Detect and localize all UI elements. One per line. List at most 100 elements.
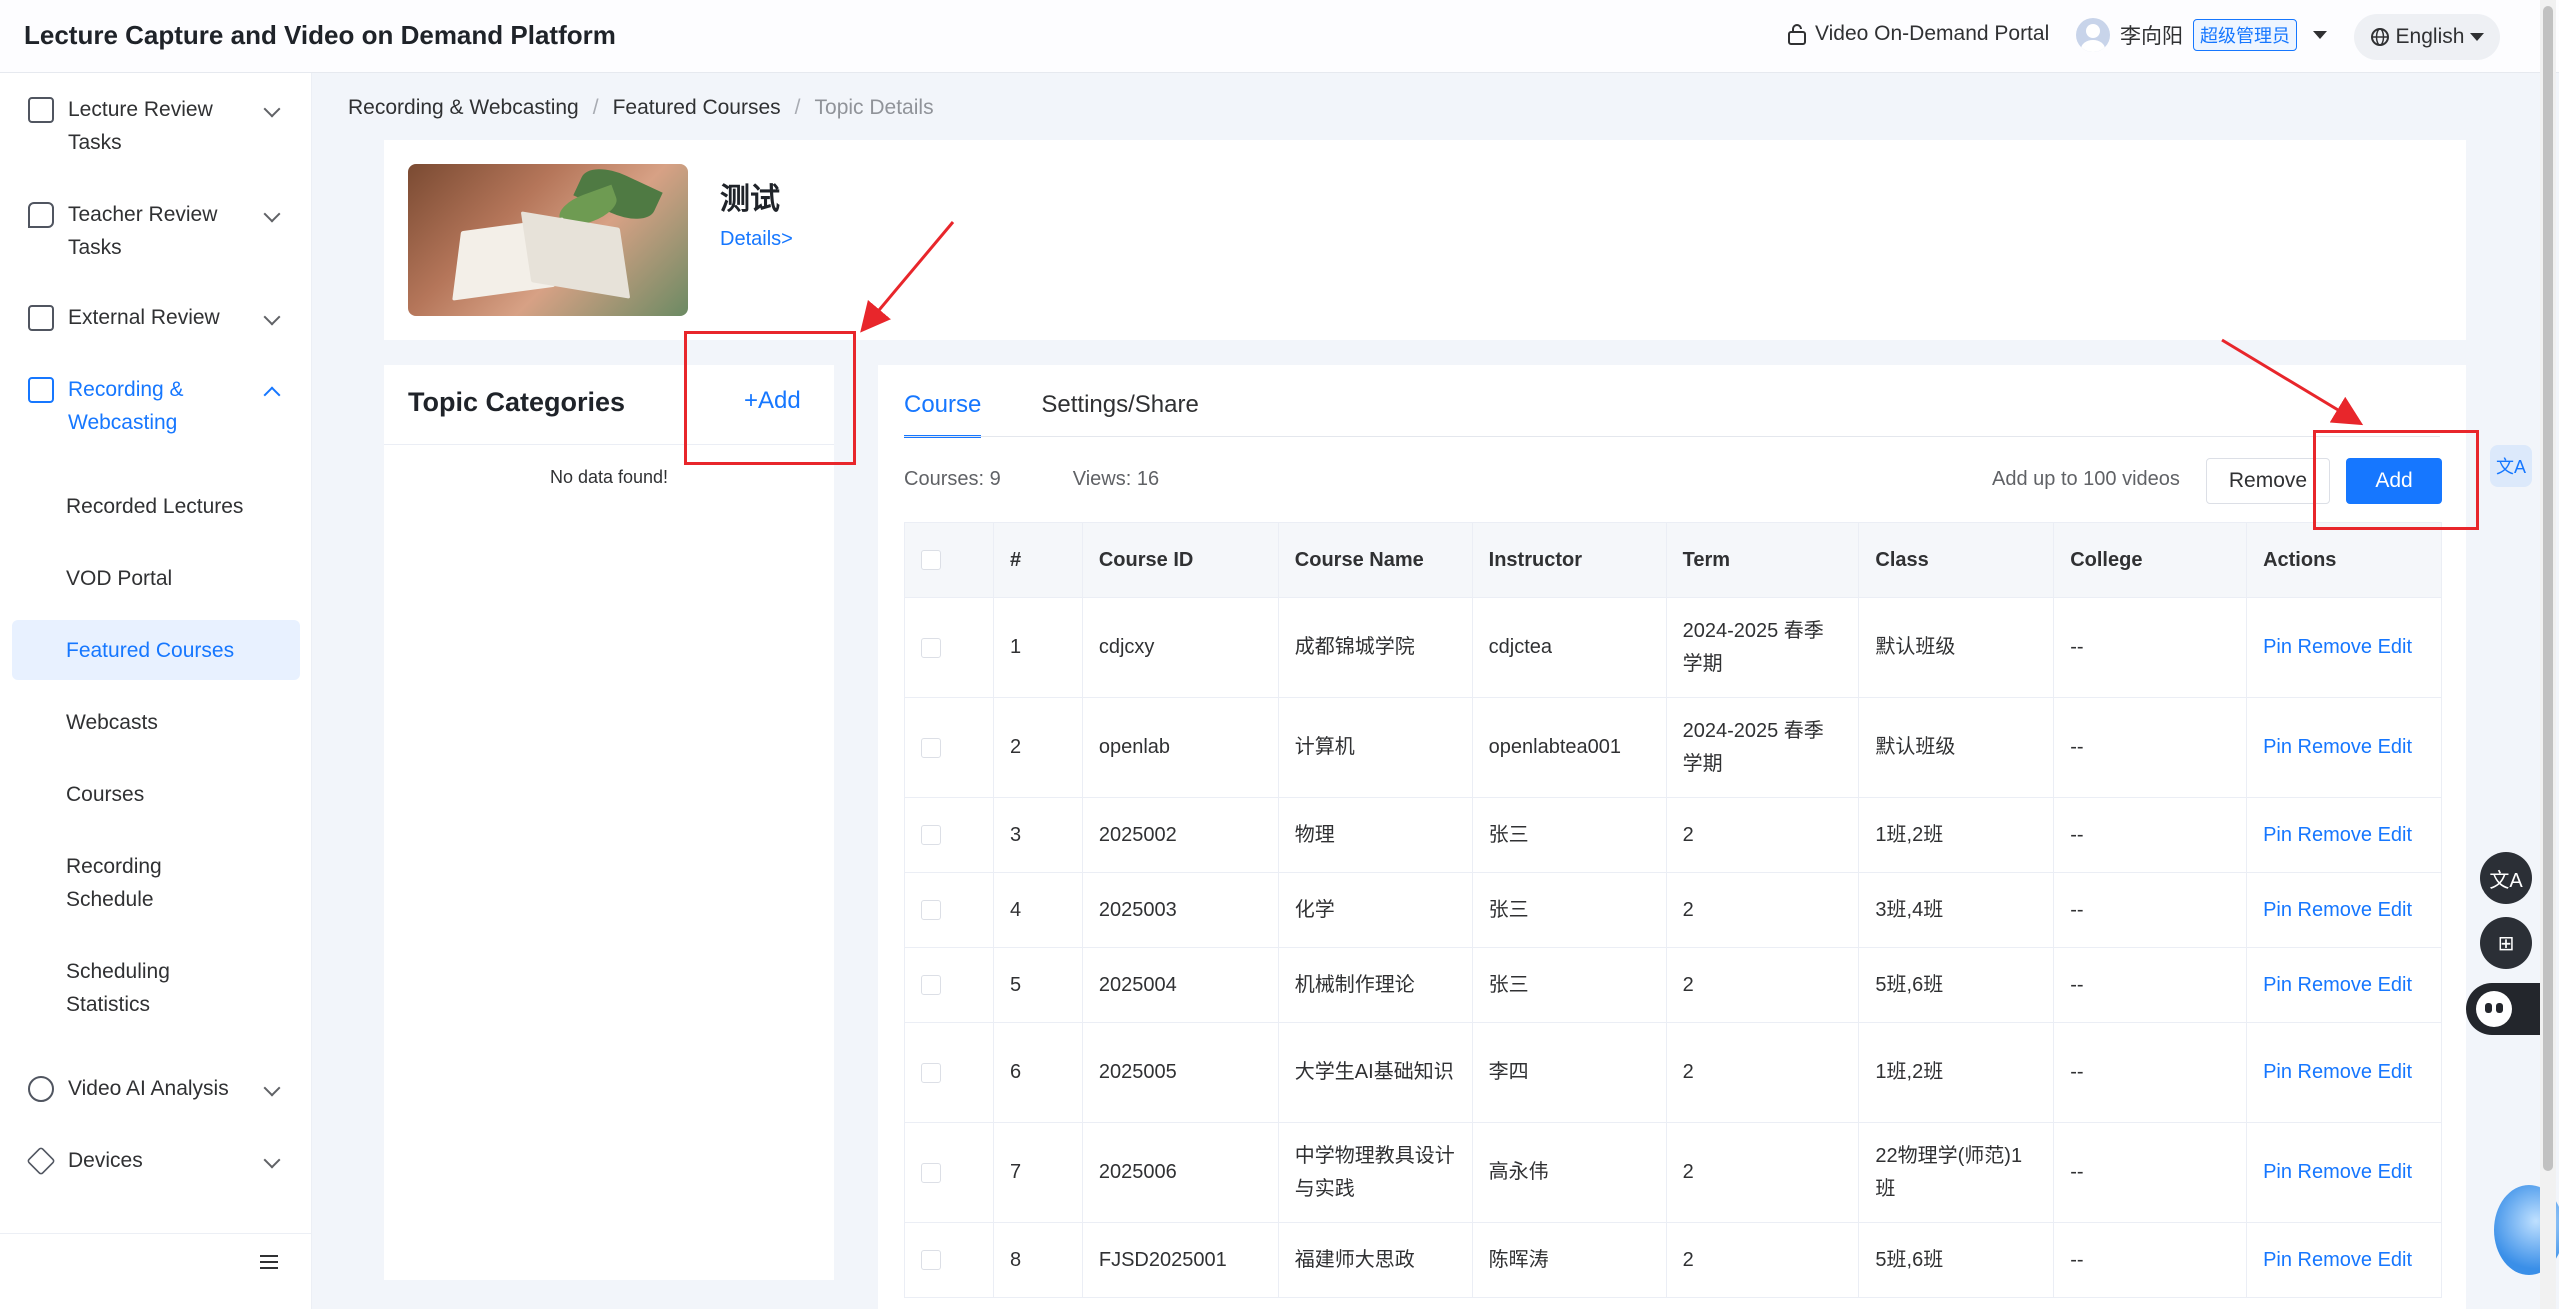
tab-settings-share[interactable]: Settings/Share (1041, 391, 1198, 438)
breadcrumb-featured-courses[interactable]: Featured Courses (613, 96, 781, 120)
video-limit-text: Add up to 100 videos (1992, 468, 2180, 490)
pin-action-link[interactable]: Pin (2263, 1249, 2292, 1271)
avatar (2076, 18, 2110, 52)
cell-course-id: 2025002 (1081, 797, 1279, 873)
pin-action-link[interactable]: Pin (2263, 636, 2292, 658)
sidebar-item-vod-portal[interactable]: VOD Portal (12, 562, 300, 595)
row-checkbox[interactable] (904, 697, 994, 798)
translate-icon[interactable]: 文A (2490, 445, 2532, 487)
edit-action-link[interactable]: Edit (2378, 736, 2412, 758)
sidebar-item-label: Video AI Analysis (68, 1077, 229, 1100)
remove-action-link[interactable]: Remove (2298, 1249, 2372, 1271)
sidebar-item-devices[interactable]: Devices (12, 1144, 300, 1177)
cell-course-id: 2025005 (1081, 1022, 1279, 1123)
row-checkbox[interactable] (904, 872, 994, 948)
divider (0, 1233, 312, 1234)
edit-action-link[interactable]: Edit (2378, 974, 2412, 996)
edit-action-link[interactable]: Edit (2378, 1161, 2412, 1183)
column-header: Term (1665, 522, 1860, 598)
top-header: Lecture Capture and Video on Demand Plat… (0, 0, 2559, 73)
row-checkbox[interactable] (904, 947, 994, 1023)
sidebar-item-featured-courses[interactable]: Featured Courses (12, 620, 300, 680)
table-row: 3 2025002 物理 张三 2 1班,2班 -- Pin Remove Edit (904, 797, 2442, 873)
cell-college: -- (2053, 947, 2248, 1023)
cell-instructor: 陈晖涛 (1471, 1222, 1667, 1298)
row-checkbox[interactable] (904, 1022, 994, 1123)
cell-college: -- (2053, 1022, 2248, 1123)
breadcrumb-separator: / (592, 96, 599, 119)
sidebar-item-courses[interactable]: Courses (12, 778, 300, 811)
language-label: English (2395, 25, 2465, 48)
scrollbar-thumb[interactable] (2543, 6, 2553, 1171)
cell-course-id: FJSD2025001 (1081, 1222, 1279, 1298)
edit-action-link[interactable]: Edit (2378, 1061, 2412, 1083)
topic-details-link[interactable]: Details> (720, 228, 793, 251)
pin-action-link[interactable]: Pin (2263, 1061, 2292, 1083)
sidebar-item-teacher-review[interactable]: Teacher Review Tasks (12, 198, 300, 264)
pin-action-link[interactable]: Pin (2263, 736, 2292, 758)
chevron-down-icon (2470, 33, 2485, 41)
remove-action-link[interactable]: Remove (2298, 736, 2372, 758)
row-checkbox[interactable] (904, 597, 994, 698)
cell-term: 2024-2025 春季学期 (1665, 697, 1860, 798)
sidebar-item-video-ai-analysis[interactable]: Video AI Analysis (12, 1072, 300, 1105)
sidebar-item-label: Teacher Review Tasks (68, 203, 218, 259)
apps-icon[interactable]: ⊞ (2480, 917, 2532, 969)
cell-course-id: 2025004 (1081, 947, 1279, 1023)
ai-analysis-icon (28, 1076, 54, 1102)
topic-header-card: 测试 Details> (384, 140, 2466, 340)
sidebar-item-webcasts[interactable]: Webcasts (12, 706, 300, 739)
row-checkbox[interactable] (904, 797, 994, 873)
user-menu[interactable]: 李向阳 超级管理员 (2076, 18, 2327, 52)
globe-icon (2370, 28, 2389, 46)
assistant-bot-icon[interactable] (2466, 983, 2546, 1035)
column-header: Instructor (1471, 522, 1667, 598)
chevron-down-icon (263, 1151, 281, 1169)
edit-action-link[interactable]: Edit (2378, 899, 2412, 921)
annotation-highlight-box (2313, 430, 2479, 530)
breadcrumb-recording-webcasting[interactable]: Recording & Webcasting (348, 96, 579, 120)
column-header: Course Name (1277, 522, 1473, 598)
remove-action-link[interactable]: Remove (2298, 824, 2372, 846)
remove-action-link[interactable]: Remove (2298, 974, 2372, 996)
courses-count: Courses: 9 (904, 468, 1001, 490)
remove-action-link[interactable]: Remove (2298, 636, 2372, 658)
edit-action-link[interactable]: Edit (2378, 824, 2412, 846)
sidebar-item-recording-webcasting[interactable]: Recording & Webcasting (12, 373, 300, 439)
sidebar-item-recording-schedule[interactable]: Recording Schedule (12, 850, 262, 916)
remove-action-link[interactable]: Remove (2298, 1061, 2372, 1083)
cell-term: 2024-2025 春季学期 (1665, 597, 1860, 698)
sidebar-item-label: Scheduling Statistics (66, 960, 170, 1016)
role-badge: 超级管理员 (2193, 19, 2297, 51)
course-stats: Courses: 9 Views: 16 (904, 468, 1159, 491)
pin-action-link[interactable]: Pin (2263, 1161, 2292, 1183)
row-checkbox[interactable] (904, 1222, 994, 1298)
remove-action-link[interactable]: Remove (2298, 899, 2372, 921)
collapse-menu-icon[interactable] (260, 1255, 278, 1269)
edit-action-link[interactable]: Edit (2378, 636, 2412, 658)
cell-term: 2 (1665, 947, 1860, 1023)
sidebar-item-lecture-review[interactable]: Lecture Review Tasks (12, 93, 300, 159)
sidebar-item-external-review[interactable]: External Review (12, 301, 300, 334)
edit-action-link[interactable]: Edit (2378, 1249, 2412, 1271)
select-all-checkbox[interactable] (904, 522, 994, 598)
language-selector[interactable]: English (2354, 14, 2500, 60)
vod-portal-link[interactable]: Video On-Demand Portal (1787, 22, 2049, 46)
pin-action-link[interactable]: Pin (2263, 899, 2292, 921)
row-checkbox[interactable] (904, 1122, 994, 1223)
pin-action-link[interactable]: Pin (2263, 824, 2292, 846)
chevron-down-icon (263, 308, 281, 326)
cell-term: 2 (1665, 1222, 1860, 1298)
sidebar-item-recorded-lectures[interactable]: Recorded Lectures (12, 490, 300, 523)
language-tool-icon[interactable]: 文A (2480, 852, 2532, 904)
tab-course[interactable]: Course (904, 391, 982, 438)
pin-action-link[interactable]: Pin (2263, 974, 2292, 996)
column-header: Course ID (1081, 522, 1279, 598)
chevron-down-icon (2313, 31, 2327, 39)
remove-action-link[interactable]: Remove (2298, 1161, 2372, 1183)
sidebar-item-label: Devices (68, 1149, 143, 1172)
remove-button[interactable]: Remove (2206, 458, 2330, 504)
breadcrumb-topic-details: Topic Details (814, 96, 934, 119)
cell-course-id: 2025003 (1081, 872, 1279, 948)
sidebar-item-scheduling-statistics[interactable]: Scheduling Statistics (12, 955, 262, 1021)
